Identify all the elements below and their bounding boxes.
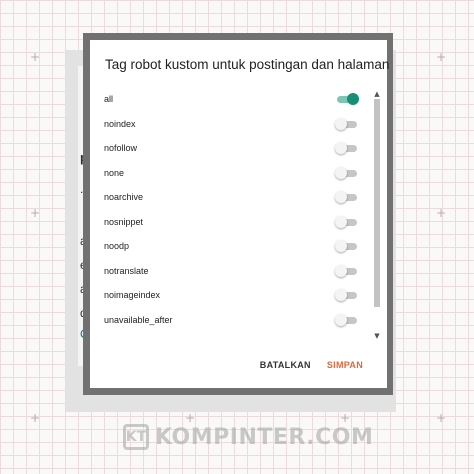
option-label: noimageindex xyxy=(104,290,161,301)
option-label: unavailable_after xyxy=(104,314,173,325)
toggle-all[interactable] xyxy=(335,93,359,105)
option-label: all xyxy=(104,94,114,105)
grid-plus-mark: + xyxy=(340,411,351,425)
toggle-noimageindex[interactable] xyxy=(335,289,359,301)
grid-plus-mark: + xyxy=(30,50,41,64)
option-row-none: none xyxy=(90,161,373,186)
toggle-nosnippet[interactable] xyxy=(335,215,359,228)
option-row-noindex: noindex xyxy=(90,112,373,137)
dialog-actions: BATALKAN SIMPAN xyxy=(260,360,363,370)
grid-plus-mark: + xyxy=(436,206,447,220)
option-row-nosnippet: nosnippet xyxy=(90,210,373,235)
option-label: noarchive xyxy=(104,192,144,203)
option-label: notranslate xyxy=(104,265,149,276)
option-row-noimageindex: noimageindex xyxy=(90,283,373,308)
option-row-all: all xyxy=(90,87,373,112)
watermark: KT KOMPINTER.COM xyxy=(123,424,373,450)
robots-tag-list: all noindex nofollow none noarchive nosn… xyxy=(90,87,373,335)
option-label: noindex xyxy=(104,118,136,129)
toggle-none[interactable] xyxy=(335,166,359,179)
toggle-unavailable-after[interactable] xyxy=(335,313,359,326)
toggle-noindex[interactable] xyxy=(335,117,359,130)
scroll-down-arrow-icon[interactable]: ▼ xyxy=(373,332,381,340)
option-row-noodp: noodp xyxy=(90,234,373,259)
save-button[interactable]: SIMPAN xyxy=(327,360,363,370)
option-row-notranslate: notranslate xyxy=(90,259,373,284)
robots-tag-dialog: Tag robot kustom untuk postingan dan hal… xyxy=(90,40,390,388)
grid-plus-mark: + xyxy=(436,50,447,64)
toggle-noarchive[interactable] xyxy=(335,191,359,203)
list-scrollbar[interactable]: ▲ ▼ xyxy=(373,90,381,340)
cancel-button[interactable]: BATALKAN xyxy=(260,360,311,370)
option-label: none xyxy=(104,167,125,178)
option-label: noodp xyxy=(104,241,130,252)
watermark-logo-icon: KT xyxy=(123,424,149,450)
toggle-noodp[interactable] xyxy=(335,240,359,252)
option-row-unavailable-after: unavailable_after xyxy=(90,308,373,333)
grid-plus-mark: + xyxy=(436,411,447,425)
option-row-noarchive: noarchive xyxy=(90,185,373,210)
watermark-text: KOMPINTER.COM xyxy=(155,424,374,450)
option-label: nofollow xyxy=(104,143,138,154)
grid-plus-mark: + xyxy=(30,411,41,425)
option-label: nosnippet xyxy=(104,216,144,227)
grid-plus-mark: + xyxy=(30,206,41,220)
option-row-nofollow: nofollow xyxy=(90,136,373,161)
scrollbar-thumb[interactable] xyxy=(374,99,380,307)
dialog-title: Tag robot kustom untuk postingan dan hal… xyxy=(105,57,390,72)
scroll-up-arrow-icon[interactable]: ▲ xyxy=(373,90,381,98)
toggle-nofollow[interactable] xyxy=(335,142,359,154)
toggle-notranslate[interactable] xyxy=(335,264,359,277)
grid-plus-mark: + xyxy=(185,411,196,425)
